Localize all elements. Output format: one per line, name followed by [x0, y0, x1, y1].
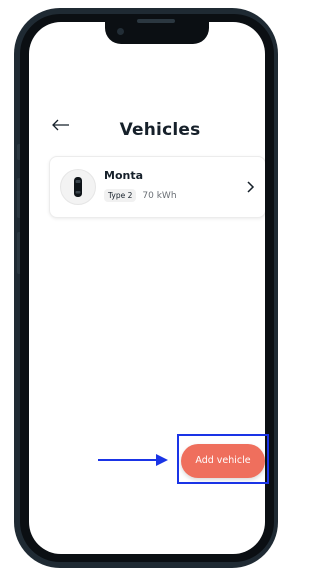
vehicle-name: Monta — [104, 169, 144, 182]
phone-notch — [105, 14, 209, 44]
annotation-arrow-icon — [98, 452, 170, 466]
speaker-grille — [137, 19, 175, 23]
chevron-right-icon — [245, 179, 255, 193]
annotation-highlight-box — [177, 434, 269, 484]
vehicle-meta: Type 2 70 kWh — [104, 189, 177, 202]
page-header: Vehicles — [29, 114, 265, 146]
page-title: Vehicles — [119, 120, 201, 140]
battery-capacity: 70 kWh — [142, 190, 177, 201]
car-top-view-icon — [74, 177, 82, 197]
connector-badge: Type 2 — [104, 189, 137, 202]
front-camera — [117, 28, 124, 35]
vehicle-card[interactable]: Monta Type 2 70 kWh — [49, 156, 265, 218]
vehicle-avatar — [60, 169, 96, 205]
